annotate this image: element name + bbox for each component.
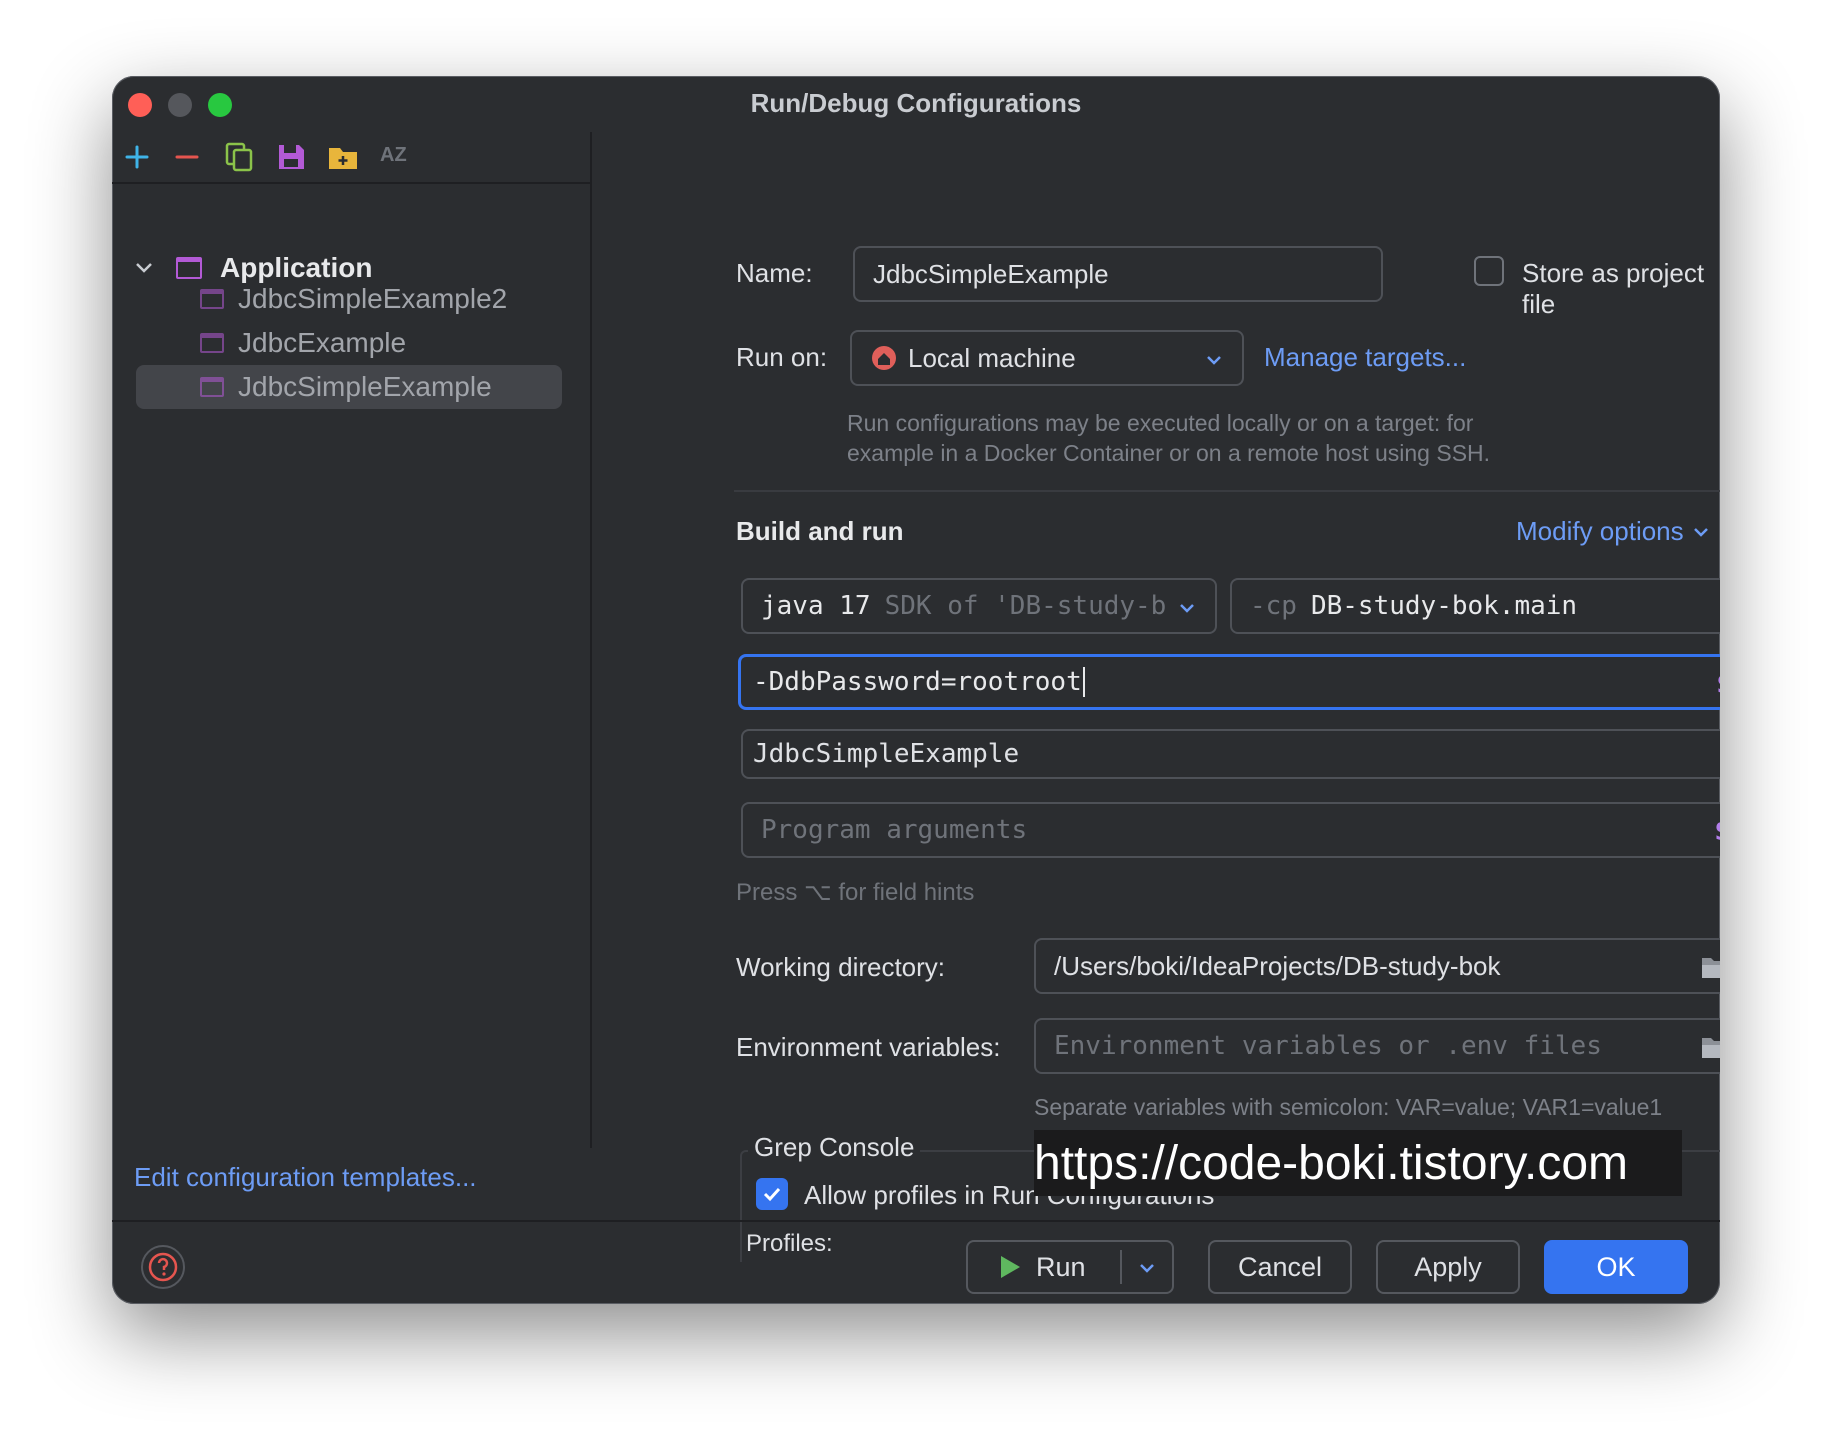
jdk-main: java 17 [761,591,871,621]
environment-variables-input[interactable]: Environment variables or .env files $ [1034,1018,1720,1074]
jdk-select[interactable]: java 17 SDK of 'DB-study-b [741,578,1217,634]
run-config-icon [200,289,224,309]
cancel-button[interactable]: Cancel [1208,1240,1352,1294]
run-on-hint-line2: example in a Docker Container or on a re… [847,440,1491,466]
jdk-sub: SDK of 'DB-study-b [884,591,1167,621]
environment-variables-label: Environment variables: [736,1032,1001,1062]
vm-options-input[interactable]: -DdbPassword=rootroot $ [738,654,1720,710]
cp-prefix: -cp [1250,591,1297,621]
text-cursor [1082,667,1085,697]
run-on-label: Run on: [736,342,828,372]
run-icon [1001,1256,1020,1278]
run-on-hint: Run configurations may be executed local… [847,408,1490,468]
help-icon[interactable] [140,1244,186,1290]
main-class-input[interactable]: JdbcSimpleExample $ [741,729,1720,779]
chevron-down-icon [1207,356,1221,365]
working-directory-input[interactable]: /Users/boki/IdeaProjects/DB-study-bok $ [1034,938,1720,994]
chevron-down-icon [1693,527,1708,537]
apply-button[interactable]: Apply [1376,1240,1520,1294]
home-icon [872,346,896,370]
tree-item-jdbcsimpleexample2[interactable]: JdbcSimpleExample2 [136,277,562,321]
window-title: Run/Debug Configurations [750,88,1082,118]
save-icon[interactable] [274,140,308,174]
copy-icon[interactable] [222,140,256,174]
watermark-text: https://code-boki.tistory.com [1034,1130,1682,1196]
tree-item-label: JdbcSimpleExample2 [238,283,508,314]
name-input[interactable]: JdbcSimpleExample [853,246,1383,302]
run-on-value: Local machine [908,342,1076,373]
vm-options-value: -DdbPassword=rootroot [753,667,1082,697]
run-button-label: Run [1036,1251,1086,1282]
ok-button[interactable]: OK [1544,1240,1688,1294]
remove-icon[interactable] [170,140,204,174]
program-arguments-placeholder: Program arguments [761,815,1028,845]
add-icon[interactable] [120,140,154,174]
field-hints-text: Press ⌥ for field hints [736,879,975,906]
environment-variables-hint: Separate variables with semicolon: VAR=v… [1034,1094,1663,1120]
tree-item-label: JdbcExample [238,327,407,358]
run-config-icon [200,333,224,353]
run-button[interactable]: Run [966,1240,1174,1294]
configuration-form: Name: JdbcSimpleExample Store as project… [592,132,1720,1262]
edit-templates-link[interactable]: Edit configuration templates... [134,1162,477,1193]
folder-add-icon[interactable] [326,140,360,174]
dialog-button-bar: Run Cancel Apply OK [112,1220,1720,1304]
build-and-run-title: Build and run [736,516,904,546]
run-on-select[interactable]: Local machine [850,330,1244,386]
title-bar: Run/Debug Configurations [112,76,1720,132]
program-arguments-input[interactable]: Program arguments $ [741,802,1720,858]
allow-profiles-checkbox[interactable] [756,1178,788,1210]
name-input-value: JdbcSimpleExample [873,258,1109,289]
run-split-divider [1120,1250,1122,1284]
store-as-project-label: Store as project file [1522,258,1705,319]
grep-console-title: Grep Console [748,1132,921,1163]
classpath-select[interactable]: -cp DB-study-bok.main [1230,578,1720,634]
run-debug-dialog: Run/Debug Configurations AZ Application … [112,76,1720,1304]
cp-value: DB-study-bok.main [1310,591,1578,621]
run-config-icon [200,377,224,397]
chevron-down-icon [1180,604,1194,613]
modify-options-label: Modify options [1516,516,1684,546]
macros-icon[interactable]: $ [1714,814,1720,847]
run-on-hint-line1: Run configurations may be executed local… [847,410,1474,436]
tree-item-label: JdbcSimpleExample [238,371,492,402]
configurations-sidebar: AZ Application JdbcSimpleExample2 JdbcEx… [112,132,592,1192]
application-icon [176,257,202,279]
section-divider [734,490,1720,492]
working-directory-value: /Users/boki/IdeaProjects/DB-study-bok [1054,950,1501,981]
environment-variables-placeholder: Environment variables or .env files [1054,1031,1602,1061]
checkmark-icon [763,1187,781,1202]
sort-az-icon[interactable]: AZ [380,144,414,178]
manage-targets-link[interactable]: Manage targets... [1264,342,1466,373]
modify-options-link[interactable]: Modify options [1516,516,1710,547]
chevron-down-icon[interactable] [1138,1259,1156,1277]
folder-icon[interactable] [1700,954,1720,980]
store-as-project-checkbox[interactable] [1474,256,1504,286]
main-class-value: JdbcSimpleExample [753,739,1020,769]
macros-icon[interactable]: $ [1716,667,1720,700]
name-label: Name: [736,258,813,288]
tree-item-jdbcsimpleexample[interactable]: JdbcSimpleExample [136,365,562,409]
working-directory-label: Working directory: [736,952,946,982]
folder-icon[interactable] [1700,1034,1720,1060]
tree-item-jdbcexample[interactable]: JdbcExample [136,321,562,365]
sidebar-toolbar: AZ [112,132,590,184]
